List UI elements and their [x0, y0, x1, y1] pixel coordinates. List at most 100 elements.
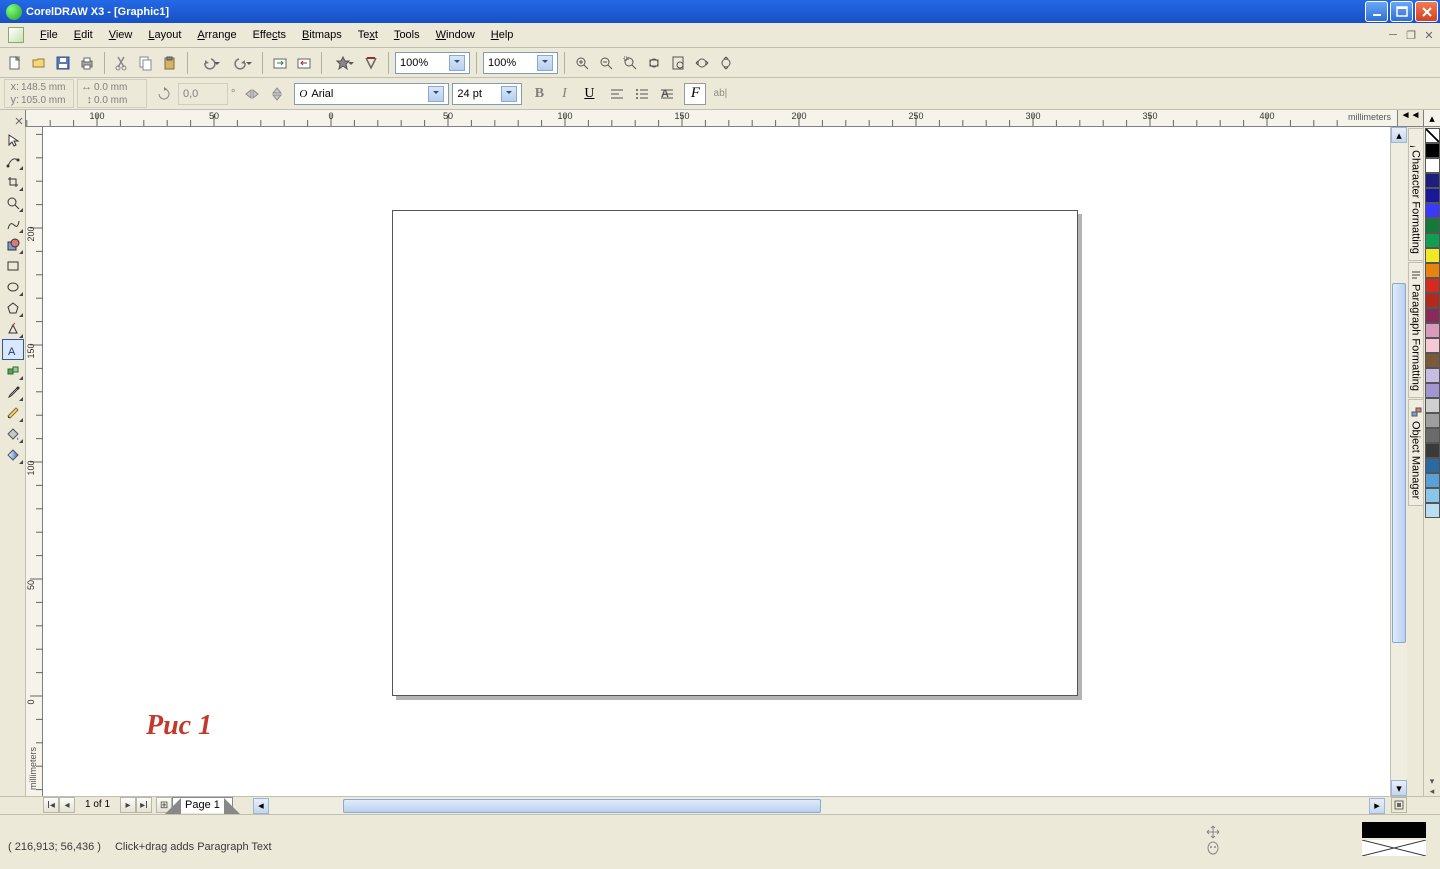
bullets-button[interactable] — [631, 83, 653, 105]
cut-button[interactable] — [111, 52, 133, 74]
color-swatch[interactable] — [1425, 293, 1440, 308]
color-swatch[interactable] — [1425, 458, 1440, 473]
font-size-select[interactable]: 24 pt — [452, 83, 522, 105]
color-swatch[interactable] — [1425, 353, 1440, 368]
docker-tab-char[interactable]: FCharacter Formatting — [1408, 128, 1423, 261]
italic-button[interactable]: I — [553, 83, 575, 105]
vscroll-thumb[interactable] — [1392, 283, 1406, 643]
import-button[interactable] — [269, 52, 291, 74]
menu-effects[interactable]: Effects — [245, 26, 294, 44]
mirror-h-button[interactable] — [241, 83, 263, 105]
shape-tool[interactable] — [2, 150, 24, 171]
color-swatch[interactable] — [1425, 323, 1440, 338]
zoom-width-button[interactable] — [691, 52, 713, 74]
hscroll-right-icon[interactable]: ▸ — [1369, 798, 1385, 814]
corel-online-button[interactable] — [360, 52, 382, 74]
minimize-button[interactable] — [1365, 1, 1388, 22]
color-swatch[interactable] — [1425, 503, 1440, 518]
color-swatch[interactable] — [1425, 383, 1440, 398]
menu-file[interactable]: File — [32, 26, 66, 44]
menu-tools[interactable]: Tools — [386, 26, 428, 44]
interactive-blend-tool[interactable] — [2, 360, 24, 381]
color-swatch[interactable] — [1425, 188, 1440, 203]
color-swatch[interactable] — [1425, 308, 1440, 323]
color-swatch[interactable] — [1425, 398, 1440, 413]
width-input[interactable] — [94, 81, 144, 93]
palette-nav-down-icon[interactable]: ▾ — [1424, 776, 1440, 786]
rotation-input[interactable]: 0,0 — [178, 83, 228, 105]
dropcap-button[interactable]: A — [656, 83, 678, 105]
zoom-page-button[interactable] — [667, 52, 689, 74]
close-button[interactable] — [1415, 1, 1438, 22]
menu-view[interactable]: View — [101, 26, 141, 44]
menu-bitmaps[interactable]: Bitmaps — [294, 26, 350, 44]
ellipse-tool[interactable] — [2, 276, 24, 297]
color-swatch[interactable] — [1425, 173, 1440, 188]
x-position-input[interactable] — [21, 81, 71, 93]
menu-arrange[interactable]: Arrange — [189, 26, 244, 44]
menu-text[interactable]: Text — [350, 26, 386, 44]
app-launcher-button[interactable] — [328, 52, 358, 74]
open-button[interactable] — [28, 52, 50, 74]
edit-text-button[interactable]: ab| — [709, 83, 731, 105]
fill-tool[interactable] — [2, 423, 24, 444]
mdi-close-icon[interactable]: ✕ — [1422, 28, 1436, 42]
rectangle-tool[interactable] — [2, 255, 24, 276]
color-swatch[interactable] — [1425, 413, 1440, 428]
font-select[interactable]: OArial — [294, 83, 449, 105]
zoom-height-button[interactable] — [715, 52, 737, 74]
navigator-button[interactable] — [1391, 797, 1407, 813]
color-swatch[interactable] — [1425, 338, 1440, 353]
color-swatch[interactable] — [1425, 233, 1440, 248]
first-page-button[interactable]: I◂ — [43, 797, 59, 813]
rotate-button[interactable] — [153, 83, 175, 105]
print-button[interactable] — [76, 52, 98, 74]
color-swatch[interactable] — [1425, 428, 1440, 443]
char-format-button[interactable]: F — [684, 83, 706, 105]
align-button[interactable] — [606, 83, 628, 105]
crop-tool[interactable] — [2, 171, 24, 192]
height-input[interactable] — [94, 94, 144, 106]
menu-help[interactable]: Help — [483, 26, 522, 44]
color-swatch[interactable] — [1425, 443, 1440, 458]
smart-fill-tool[interactable] — [2, 234, 24, 255]
status-fill-swatch[interactable] — [1362, 822, 1426, 838]
polygon-tool[interactable] — [2, 297, 24, 318]
docker-nav-left-icon[interactable]: ◄◄ — [1401, 110, 1421, 121]
canvas[interactable]: Рис 1 — [43, 127, 1390, 796]
docker-tab-objmgr[interactable]: Object Manager — [1408, 399, 1423, 506]
menu-window[interactable]: Window — [428, 26, 483, 44]
zoom-select-2[interactable]: 100% — [483, 52, 558, 74]
hscrollbar[interactable]: ◂ ▸ — [253, 797, 1385, 814]
vscrollbar[interactable]: ▴ ▾ — [1390, 127, 1407, 796]
paste-button[interactable] — [159, 52, 181, 74]
eyedropper-tool[interactable] — [2, 381, 24, 402]
color-swatch[interactable] — [1425, 248, 1440, 263]
mirror-v-button[interactable] — [266, 83, 288, 105]
y-position-input[interactable] — [21, 94, 71, 106]
palette-flyout-icon[interactable]: ◂ — [1424, 786, 1440, 796]
zoom-out-button[interactable] — [595, 52, 617, 74]
basic-shapes-tool[interactable] — [2, 318, 24, 339]
ruler-vertical[interactable]: 050100150200 millimeters — [26, 127, 43, 796]
last-page-button[interactable]: ▸I — [136, 797, 152, 813]
palette-nav-up-icon[interactable]: ▴ — [1423, 110, 1440, 126]
mdi-restore-icon[interactable]: ❐ — [1404, 28, 1418, 42]
vscroll-up-icon[interactable]: ▴ — [1391, 127, 1407, 143]
color-swatch[interactable] — [1425, 203, 1440, 218]
undo-button[interactable] — [194, 52, 224, 74]
copy-button[interactable] — [135, 52, 157, 74]
bold-button[interactable]: B — [528, 83, 550, 105]
new-button[interactable] — [4, 52, 26, 74]
no-color-swatch[interactable] — [1425, 128, 1440, 143]
freehand-tool[interactable] — [2, 213, 24, 234]
zoom-tool[interactable] — [2, 192, 24, 213]
maximize-button[interactable] — [1390, 1, 1413, 22]
status-outline-swatch[interactable] — [1362, 840, 1426, 856]
next-page-button[interactable]: ▸ — [120, 797, 136, 813]
save-button[interactable] — [52, 52, 74, 74]
mdi-minimize-icon[interactable]: ─ — [1386, 28, 1400, 42]
menu-edit[interactable]: Edit — [66, 26, 101, 44]
color-swatch[interactable] — [1425, 368, 1440, 383]
outline-tool[interactable] — [2, 402, 24, 423]
